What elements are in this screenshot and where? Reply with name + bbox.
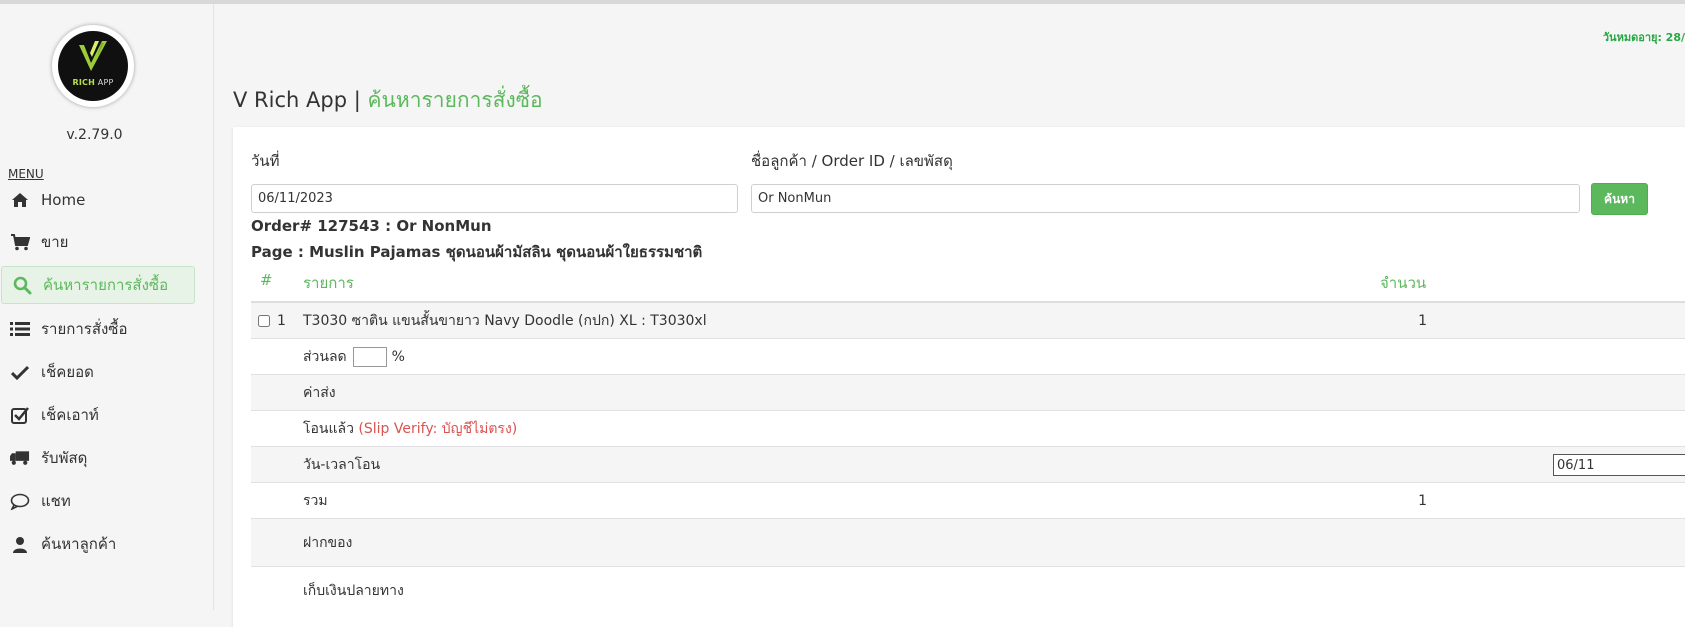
search-card: วันที่ ชื่อลูกค้า / Order ID / เลขพัสดุ … xyxy=(233,127,1685,627)
table-row-transfer-time: วัน-เวลาโอน xyxy=(251,447,1685,483)
sidebar-item-label: รับพัสดุ xyxy=(41,449,88,467)
col-item-header: รายการ xyxy=(303,274,354,292)
user-icon xyxy=(10,534,30,554)
discount-cell: ส่วนลด% xyxy=(303,346,405,368)
sidebar-item-label: รายการสั่งซื้อ xyxy=(41,320,128,338)
col-qty-header: จำนวน xyxy=(1380,274,1427,292)
logo-v-mark-icon xyxy=(79,41,107,71)
sidebar-item-chat[interactable]: แชท xyxy=(0,482,195,520)
page-title-prefix: V Rich App | xyxy=(233,88,368,112)
menu-label: MENU xyxy=(8,167,44,181)
app-logo[interactable]: RICH APP xyxy=(52,25,134,107)
page-title-highlight: ค้นหารายการสั่งซื้อ xyxy=(367,88,543,112)
sidebar-item-label: ขาย xyxy=(41,233,69,251)
col-index-header: # xyxy=(260,271,273,289)
search-query-input[interactable] xyxy=(751,184,1580,213)
sidebar-item-sell[interactable]: ขาย xyxy=(0,223,195,261)
sidebar-item-home[interactable]: Home xyxy=(0,181,195,219)
total-label: รวม xyxy=(303,492,328,509)
sidebar-item-search-customer[interactable]: ค้นหาลูกค้า xyxy=(0,525,195,563)
sidebar-item-label: เช็คยอด xyxy=(41,363,94,381)
sidebar-item-label: Home xyxy=(41,191,86,209)
table-row-shipping: ค่าส่ง xyxy=(251,375,1685,411)
sidebar-item-label: ค้นหาลูกค้า xyxy=(41,535,117,553)
sidebar-item-checkout[interactable]: เช็คเอาท์ xyxy=(0,396,195,434)
logo-badge: RICH APP xyxy=(58,31,128,101)
item-name: T3030 ซาติน แขนสั้นขายาว Navy Doodle (กป… xyxy=(303,312,707,329)
table-row-discount: ส่วนลด% xyxy=(251,339,1685,375)
order-page: Page : Muslin Pajamas ชุดนอนผ้ามัสลิน ชุ… xyxy=(251,243,703,261)
order-number: Order# 127543 : Or NonMun xyxy=(251,217,492,235)
discount-input[interactable] xyxy=(352,346,387,367)
sidebar-item-receive-parcel[interactable]: รับพัสดุ xyxy=(0,439,195,477)
transfer-time-label: วัน-เวลาโอน xyxy=(303,456,381,473)
table-row-cod: เก็บเงินปลายทาง xyxy=(251,567,1685,614)
cod-label: เก็บเงินปลายทาง xyxy=(303,582,404,599)
transfer-date-input[interactable] xyxy=(1553,454,1685,476)
app-version: v.2.79.0 xyxy=(66,127,123,143)
item-checkbox[interactable] xyxy=(258,314,270,327)
truck-icon xyxy=(10,448,30,468)
table-row-total: รวม 1 xyxy=(251,483,1685,519)
discount-label: ส่วนลด xyxy=(303,348,347,365)
chat-icon xyxy=(10,491,30,511)
logo-text: RICH APP xyxy=(72,78,114,87)
query-label: ชื่อลูกค้า / Order ID / เลขพัสดุ xyxy=(751,152,953,170)
deposit-label: ฝากของ xyxy=(303,534,353,551)
sidebar-item-search-orders[interactable]: ค้นหารายการสั่งซื้อ xyxy=(1,266,195,304)
table-row-paid: โอนแล้ว (Slip Verify: บัญชีไม่ตรง) xyxy=(251,411,1685,447)
expiry-date-text: วันหมดอายุ: 28/ xyxy=(1602,31,1685,44)
total-qty: 1 xyxy=(1418,492,1427,509)
discount-unit: % xyxy=(391,348,405,365)
sidebar-item-label: เช็คเอาท์ xyxy=(41,406,99,424)
date-input[interactable] xyxy=(251,184,738,213)
sidebar-item-label: ค้นหารายการสั่งซื้อ xyxy=(43,276,169,294)
slip-verify-status: (Slip Verify: บัญชีไม่ตรง) xyxy=(358,420,518,437)
table-row-deposit: ฝากของ xyxy=(251,519,1685,567)
home-icon xyxy=(10,190,30,210)
paid-cell: โอนแล้ว (Slip Verify: บัญชีไม่ตรง) xyxy=(303,418,517,440)
search-icon xyxy=(12,275,32,295)
paid-label: โอนแล้ว xyxy=(303,420,354,437)
list-icon xyxy=(10,319,30,339)
sidebar-item-label: แชท xyxy=(41,492,71,510)
check-square-icon xyxy=(10,405,30,425)
date-label: วันที่ xyxy=(251,152,280,170)
sidebar-item-check-total[interactable]: เช็คยอด xyxy=(0,353,195,391)
cart-icon xyxy=(10,232,30,252)
page-title: V Rich App | ค้นหารายการสั่งซื้อ xyxy=(233,84,543,117)
order-table: # รายการ จำนวน 1 T3030 ซาติน แขนสั้นขายา… xyxy=(251,264,1685,614)
table-header: # รายการ จำนวน xyxy=(251,264,1685,303)
item-index: 1 xyxy=(277,312,286,329)
item-qty: 1 xyxy=(1418,312,1427,329)
table-row-item: 1 T3030 ซาติน แขนสั้นขายาว Navy Doodle (… xyxy=(251,303,1685,339)
shipping-label: ค่าส่ง xyxy=(303,384,336,401)
main-content: วันหมดอายุ: 28/ V Rich App | ค้นหารายการ… xyxy=(214,4,1685,627)
sidebar-item-orders[interactable]: รายการสั่งซื้อ xyxy=(0,310,195,348)
search-button[interactable]: ค้นหา xyxy=(1591,183,1648,215)
sidebar: RICH APP v.2.79.0 MENU Home ขาย ค้นหาราย… xyxy=(0,4,214,610)
check-icon xyxy=(10,362,30,382)
